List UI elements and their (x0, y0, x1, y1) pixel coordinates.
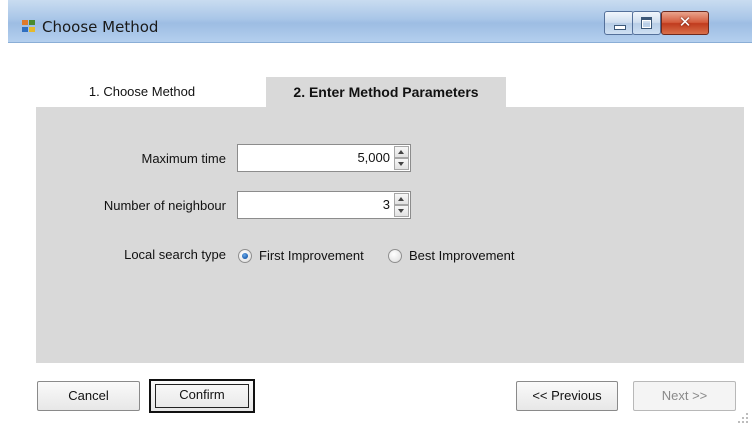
caption-buttons: ✕ (604, 11, 742, 35)
dialog-window: Choose Method ✕ 1. Choose Method 2. Ente… (8, 0, 752, 425)
arrow-up-icon (398, 197, 404, 201)
number-of-neighbour-label: Number of neighbour (103, 198, 226, 213)
minimize-icon (614, 25, 626, 30)
maximize-icon (641, 17, 652, 29)
number-of-neighbour-value[interactable]: 3 (238, 192, 390, 218)
arrow-down-icon (398, 162, 404, 166)
close-button[interactable]: ✕ (661, 11, 709, 35)
title-bar[interactable]: Choose Method ✕ (8, 0, 752, 43)
maximum-time-value[interactable]: 5,000 (238, 145, 390, 171)
cancel-button[interactable]: Cancel (37, 381, 140, 411)
close-icon: ✕ (678, 13, 692, 31)
tab-choose-method[interactable]: 1. Choose Method (52, 77, 232, 107)
spin-down-button[interactable] (394, 205, 409, 217)
number-of-neighbour-spin-buttons (394, 193, 409, 217)
radio-unchecked-icon (388, 249, 402, 263)
radio-checked-icon (238, 249, 252, 263)
maximize-button[interactable] (632, 11, 661, 35)
previous-button[interactable]: << Previous (516, 381, 618, 411)
spin-up-button[interactable] (394, 193, 409, 205)
radio-best-improvement-label: Best Improvement (409, 248, 515, 263)
confirm-button[interactable]: Confirm (149, 379, 255, 413)
maximum-time-label: Maximum time (141, 151, 226, 166)
number-of-neighbour-spinner[interactable]: 3 (237, 191, 411, 219)
parameters-panel: Maximum time 5,000 Number of neighbour 3… (36, 107, 744, 363)
maximum-time-spin-buttons (394, 146, 409, 170)
spin-up-button[interactable] (394, 146, 409, 158)
resize-grip-icon[interactable] (738, 413, 748, 423)
minimize-button[interactable] (604, 11, 634, 35)
window-title: Choose Method (42, 18, 159, 36)
window-app-icon (22, 20, 36, 33)
next-button[interactable]: Next >> (633, 381, 736, 411)
radio-first-improvement-label: First Improvement (259, 248, 364, 263)
arrow-down-icon (398, 209, 404, 213)
tab-enter-method-parameters[interactable]: 2. Enter Method Parameters (266, 77, 506, 107)
confirm-button-label: Confirm (155, 384, 249, 408)
dialog-client-area: 1. Choose Method 2. Enter Method Paramet… (8, 43, 752, 425)
maximum-time-spinner[interactable]: 5,000 (237, 144, 411, 172)
spin-down-button[interactable] (394, 158, 409, 170)
arrow-up-icon (398, 150, 404, 154)
local-search-type-label: Local search type (124, 247, 226, 262)
